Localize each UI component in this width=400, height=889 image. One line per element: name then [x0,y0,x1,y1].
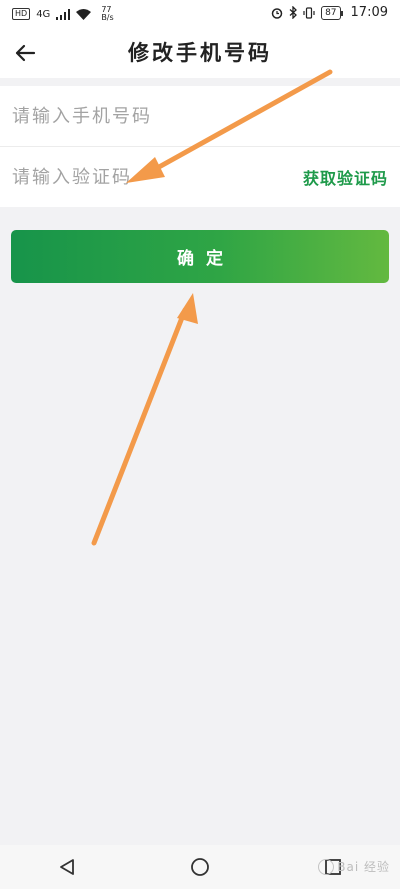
battery-icon: 87 [321,5,344,20]
arrow-left-icon [15,44,36,62]
status-left: HD 4G 77 B/s [12,6,114,22]
vibrate-icon [303,6,315,19]
status-bar: HD 4G 77 B/s 87 17:09 [0,0,400,28]
verification-code-input[interactable] [0,147,303,207]
paw-icon [318,858,335,875]
get-code-button[interactable]: 获取验证码 [303,165,400,189]
watermark-text: Bai 经验 [337,860,390,874]
annotation-arrow-to-confirm [91,293,198,546]
back-button[interactable] [10,38,40,68]
watermark: Bai 经验 [318,858,390,875]
code-row: 获取验证码 [0,147,400,207]
battery-level: 87 [325,7,337,18]
signal-icon [56,8,71,20]
triangle-back-icon [59,859,74,875]
wifi-icon [76,8,92,20]
phone-input[interactable] [0,86,400,146]
phone-form: 获取验证码 [0,86,400,207]
app-header: 修改手机号码 [0,28,400,78]
nav-back-button[interactable] [47,847,87,887]
circle-home-icon [191,858,209,876]
bluetooth-icon [289,6,298,19]
hd-badge: HD [12,8,31,20]
phone-row [0,86,400,147]
net-speed: 77 B/s [101,6,113,22]
net-speed-unit: B/s [101,13,114,22]
clock: 17:09 [350,5,388,20]
nav-home-button[interactable] [180,847,220,887]
page-title: 修改手机号码 [128,41,272,65]
network-type: 4G [36,8,51,20]
confirm-button[interactable]: 确定 [11,230,389,283]
alarm-icon [271,7,283,19]
status-right: 87 17:09 [271,5,388,20]
